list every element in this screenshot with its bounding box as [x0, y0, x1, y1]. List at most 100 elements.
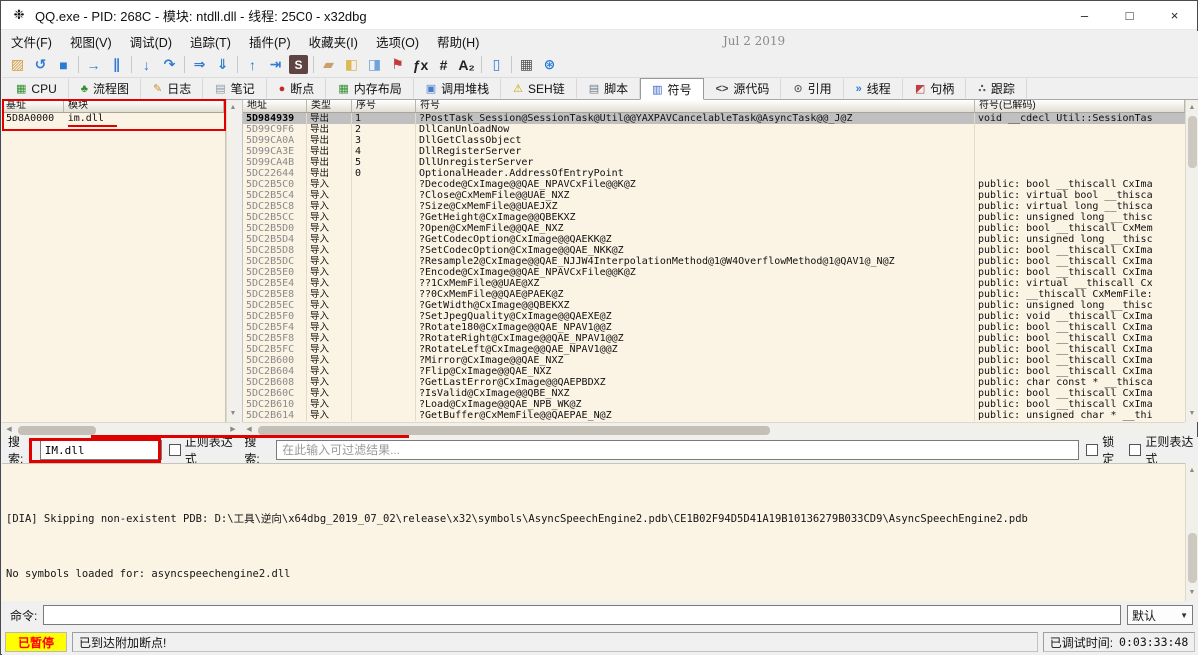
symbols-col-address[interactable]: 地址 — [243, 100, 307, 112]
minimize-button[interactable]: – — [1062, 1, 1107, 29]
toolbar-separator[interactable] — [310, 54, 317, 76]
modules-vscrollbar[interactable]: ▲ ▼ — [226, 100, 239, 422]
symbol-row[interactable]: 5D99CA3E 导出 4 DllRegisterServer — [243, 146, 1185, 157]
symbols-col-ordinal[interactable]: 序号 — [352, 100, 416, 112]
menu-trace[interactable]: 追踪(T) — [181, 30, 240, 53]
symbol-row[interactable]: 5D984939 导出 1 ?PostTask_Session@SessionT… — [243, 113, 1185, 124]
symbol-row[interactable]: 5DC2B5F8 导入 ?RotateRight@CxImage@@QAE_NP… — [243, 333, 1185, 344]
hash-icon[interactable]: # — [432, 54, 455, 76]
tab-memory-map[interactable]: ▦ 内存布局 — [326, 78, 413, 99]
run-icon[interactable]: → — [82, 54, 105, 76]
log-vscrollbar[interactable]: ▲ ▼ — [1185, 463, 1198, 601]
toolbar-separator[interactable] — [75, 54, 82, 76]
menu-file[interactable]: 文件(F) — [2, 30, 61, 53]
stop-icon[interactable]: ■ — [52, 54, 75, 76]
execute-till-return-icon[interactable]: ⇒ — [188, 54, 211, 76]
tab-script[interactable]: ▤ 脚本 — [577, 78, 640, 99]
symbol-row[interactable]: 5DC2B5C4 导入 ?Close@CxMemFile@@UAE_NXZ pu… — [243, 190, 1185, 201]
tab-symbols[interactable]: ▥ 符号 — [640, 78, 703, 100]
symbol-row[interactable]: 5DC2B5D4 导入 ?GetCodecOption@CxImage@@QAE… — [243, 234, 1185, 245]
regex-checkbox[interactable] — [169, 444, 181, 456]
symbol-row[interactable]: 5DC2B5E8 导入 ??0CxMemFile@@QAE@PAEK@Z pub… — [243, 289, 1185, 300]
symbol-row[interactable]: 5DC2B5F4 导入 ?Rotate180@CxImage@@QAE_NPAV… — [243, 322, 1185, 333]
bookmarks-icon[interactable]: ⚑ — [386, 54, 409, 76]
symbol-row[interactable]: 5DC2B60C 导入 ?IsValid@CxImage@@QBE_NXZ pu… — [243, 388, 1185, 399]
toolbar-separator[interactable] — [128, 54, 135, 76]
menu-options[interactable]: 选项(O) — [367, 30, 428, 53]
step-out-icon[interactable]: ↑ — [241, 54, 264, 76]
command-profile-dropdown[interactable]: 默认 ▼ — [1127, 605, 1193, 625]
menu-debug[interactable]: 调试(D) — [121, 30, 181, 53]
symbol-row[interactable]: 5D99C9F6 导出 2 DllCanUnloadNow — [243, 124, 1185, 135]
symbol-row[interactable]: 5DC2B614 导入 ?GetBuffer@CxMemFile@@QAEPAE… — [243, 410, 1185, 421]
regex-checkbox-2[interactable] — [1129, 444, 1141, 456]
restart-icon[interactable]: ↺ — [29, 54, 52, 76]
menu-favourites[interactable]: 收藏夹(I) — [300, 30, 367, 53]
symbols-col-symbol[interactable]: 符号 — [416, 100, 975, 112]
tab-call-stack[interactable]: ▣ 调用堆栈 — [414, 78, 501, 99]
scroll-down-icon[interactable]: ▼ — [227, 407, 239, 421]
scroll-up-icon[interactable]: ▲ — [1186, 464, 1198, 478]
symbol-row[interactable]: 5DC2B5C0 导入 ?Decode@CxImage@@QAE_NPAVCxF… — [243, 179, 1185, 190]
toolbar-separator[interactable] — [478, 54, 485, 76]
scroll-up-icon[interactable]: ▲ — [227, 101, 239, 115]
comments-icon[interactable]: ◧ — [340, 54, 363, 76]
symbol-row[interactable]: 5DC2B5DC 导入 ?Resample2@CxImage@@QAE_NJJW… — [243, 256, 1185, 267]
scylla-icon[interactable]: S — [289, 55, 308, 74]
symbol-row[interactable]: 5DC2B5FC 导入 ?RotateLeft@CxImage@@QAE_NPA… — [243, 344, 1185, 355]
symbol-row[interactable]: 5D99CA4B 导出 5 DllUnregisterServer — [243, 157, 1185, 168]
scroll-up-icon[interactable]: ▲ — [1186, 101, 1198, 115]
module-row[interactable]: 5D8A0000 im.dll — [2, 113, 225, 125]
symbol-row[interactable]: 5D99CA0A 导出 3 DllGetClassObject — [243, 135, 1185, 146]
toolbar-separator[interactable] — [181, 54, 188, 76]
symbols-col-type[interactable]: 类型 — [307, 100, 352, 112]
ascii-icon[interactable]: A₂ — [455, 54, 478, 76]
symbol-row[interactable]: 5DC22644 导出 0 OptionalHeader.AddressOfEn… — [243, 168, 1185, 179]
symbol-row[interactable]: 5DC2B5D0 导入 ?Open@CxMemFile@@QAE_NXZ pub… — [243, 223, 1185, 234]
calculator-icon[interactable]: ▦ — [515, 54, 538, 76]
tab-log[interactable]: ✎ 日志 — [141, 78, 203, 99]
tab-trace[interactable]: ∴ 跟踪 — [966, 78, 1027, 99]
labels-icon[interactable]: ◨ — [363, 54, 386, 76]
tab-cpu[interactable]: ▦ CPU — [4, 78, 69, 99]
tab-references[interactable]: ⊙ 引用 — [781, 78, 843, 99]
symbol-row[interactable]: 5DC2B5CC 导入 ?GetHeight@CxImage@@QBEKXZ p… — [243, 212, 1185, 223]
tab-graph[interactable]: ♣ 流程图 — [69, 78, 141, 99]
symbol-row[interactable]: 5DC2B5C8 导入 ?Size@CxMemFile@@UAEJXZ publ… — [243, 201, 1185, 212]
symbol-row[interactable]: 5DC2B600 导入 ?Mirror@CxImage@@QAE_NXZ pub… — [243, 355, 1185, 366]
symbol-row[interactable]: 5DC2B5F0 导入 ?SetJpegQuality@CxImage@@QAE… — [243, 311, 1185, 322]
tab-notes[interactable]: ▤ 笔记 — [203, 78, 266, 99]
modules-col-module[interactable]: 模块 — [64, 100, 224, 112]
symbol-row[interactable]: 5DC2B610 导入 ?Load@CxImage@@QAE_NPB_WK@Z … — [243, 399, 1185, 410]
symbols-hscrollbar[interactable]: ◀ — [242, 422, 1185, 437]
lock-checkbox[interactable] — [1086, 444, 1098, 456]
tab-seh[interactable]: ⚠ SEH链 — [501, 78, 577, 99]
symbols-col-decorated[interactable]: 符号(已解码) — [975, 100, 1185, 112]
scrollbar-thumb[interactable] — [258, 426, 770, 435]
symbol-row[interactable]: 5DC2B608 导入 ?GetLastError@CxImage@@QAEPB… — [243, 377, 1185, 388]
step-down-icon[interactable]: ⇓ — [211, 54, 234, 76]
scroll-down-icon[interactable]: ▼ — [1186, 586, 1198, 600]
filter-input[interactable] — [276, 440, 1079, 460]
menu-view[interactable]: 视图(V) — [61, 30, 121, 53]
modules-col-base[interactable]: 基址 — [2, 100, 64, 112]
tab-handles[interactable]: ◩ 句柄 — [903, 78, 966, 99]
patches-icon[interactable]: ▰ — [317, 54, 340, 76]
menu-plugins[interactable]: 插件(P) — [240, 30, 300, 53]
close-button[interactable]: × — [1152, 1, 1197, 29]
settings-icon[interactable]: ⊛ — [538, 54, 561, 76]
step-over-icon[interactable]: ↷ — [158, 54, 181, 76]
symbol-row[interactable]: 5DC2B5D8 导入 ?SetCodecOption@CxImage@@QAE… — [243, 245, 1185, 256]
open-file-icon[interactable]: ▨ — [6, 54, 29, 76]
symbol-row[interactable]: 5DC2B5E4 导入 ??1CxMemFile@@UAE@XZ public:… — [243, 278, 1185, 289]
symbol-row[interactable]: 5DC2B604 导入 ?Flip@CxImage@@QAE_NXZ publi… — [243, 366, 1185, 377]
scroll-down-icon[interactable]: ▼ — [1186, 407, 1198, 421]
menu-help[interactable]: 帮助(H) — [428, 30, 488, 53]
command-input[interactable] — [43, 605, 1121, 625]
toolbar-separator[interactable] — [508, 54, 515, 76]
symbol-row[interactable]: 5DC2B5EC 导入 ?GetWidth@CxImage@@QBEKXZ pu… — [243, 300, 1185, 311]
modules-icon[interactable]: ▯ — [485, 54, 508, 76]
step-into-icon[interactable]: ↓ — [135, 54, 158, 76]
symbols-vscrollbar[interactable]: ▲ ▼ — [1185, 100, 1198, 422]
symbol-row[interactable]: 5DC2B5E0 导入 ?Encode@CxImage@@QAE_NPAVCxF… — [243, 267, 1185, 278]
